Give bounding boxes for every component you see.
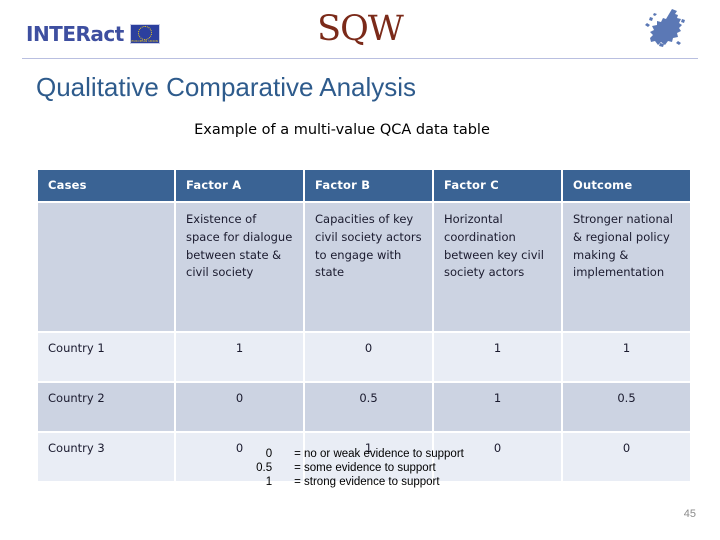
description-outcome: Stronger national & regional policy maki… <box>563 203 690 331</box>
description-factor-a: Existence of space for dialogue between … <box>176 203 303 331</box>
table-header-row: Cases Factor A Factor B Factor C Outcome <box>38 170 690 201</box>
column-header-cases: Cases <box>38 170 174 201</box>
header-divider <box>22 58 698 59</box>
qca-data-table: Cases Factor A Factor B Factor C Outcome… <box>36 168 692 483</box>
table-row: Country 1 1 0 1 1 <box>38 333 690 381</box>
row-value-factor-c: 1 <box>434 383 561 431</box>
legend-row: 0.5 = some evidence to support <box>256 462 464 476</box>
legend-row: 0 = no or weak evidence to support <box>256 448 464 462</box>
row-value-factor-c: 1 <box>434 333 561 381</box>
legend-key: 1 <box>265 476 273 488</box>
europe-map-icon <box>642 7 688 53</box>
column-header-factor-c: Factor C <box>434 170 561 201</box>
row-value-factor-a: 1 <box>176 333 303 381</box>
legend-table: 0 = no or weak evidence to support 0.5 =… <box>256 448 464 490</box>
description-factor-c: Horizontal coordination between key civi… <box>434 203 561 331</box>
table-description-row: Existence of space for dialogue between … <box>38 203 690 331</box>
legend-text: = some evidence to support <box>294 462 436 474</box>
description-cases <box>38 203 174 331</box>
column-header-factor-b: Factor B <box>305 170 432 201</box>
table-row: Country 2 0 0.5 1 0.5 <box>38 383 690 431</box>
page-title: Qualitative Comparative Analysis <box>36 72 417 102</box>
legend-key: 0.5 <box>256 462 273 474</box>
column-header-factor-a: Factor A <box>176 170 303 201</box>
row-value-factor-b: 0 <box>305 333 432 381</box>
row-value-outcome: 1 <box>563 333 690 381</box>
page-subtitle: Example of a multi-value QCA data table <box>194 122 490 138</box>
row-case-label: Country 1 <box>38 333 174 381</box>
slide-number: 45 <box>683 508 696 520</box>
column-header-outcome: Outcome <box>563 170 690 201</box>
row-case-label: Country 2 <box>38 383 174 431</box>
description-factor-b: Capacities of key civil society actors t… <box>305 203 432 331</box>
legend-key: 0 <box>265 448 273 460</box>
legend-text: = no or weak evidence to support <box>294 448 464 460</box>
row-value-factor-a: 0 <box>176 383 303 431</box>
legend-row: 1 = strong evidence to support <box>256 476 464 490</box>
sqw-logo: SQW <box>317 9 404 49</box>
slide-header: INTERact EUROPEAN UNION SQW <box>0 0 720 60</box>
legend-text: = strong evidence to support <box>294 476 440 488</box>
row-value-factor-b: 0.5 <box>305 383 432 431</box>
row-value-outcome: 0.5 <box>563 383 690 431</box>
scoring-legend: 0 = no or weak evidence to support 0.5 =… <box>0 448 720 490</box>
